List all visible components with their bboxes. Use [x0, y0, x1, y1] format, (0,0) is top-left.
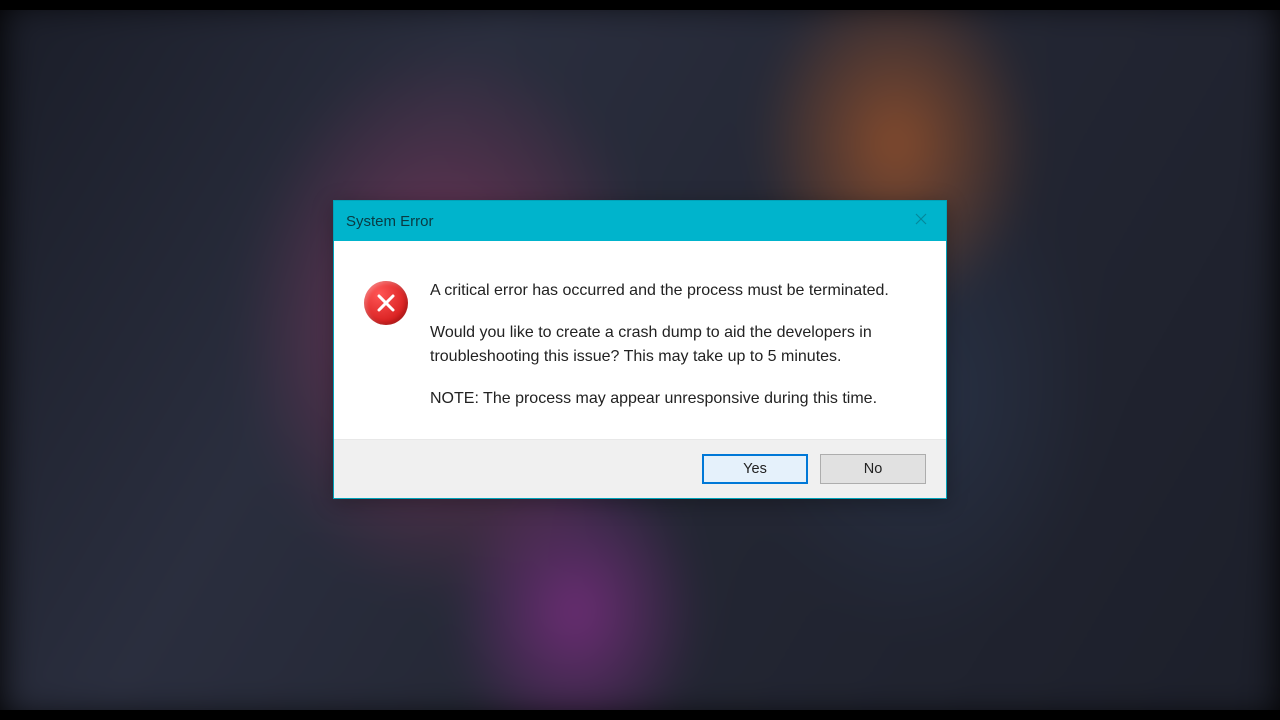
no-button[interactable]: No — [820, 454, 926, 484]
letterbox-bottom — [0, 710, 1280, 720]
yes-button[interactable]: Yes — [702, 454, 808, 484]
error-icon — [364, 281, 408, 325]
dialog-content: A critical error has occurred and the pr… — [334, 241, 946, 439]
message-paragraph-3: NOTE: The process may appear unresponsiv… — [430, 387, 906, 411]
dialog-message: A critical error has occurred and the pr… — [430, 279, 906, 411]
dialog-title: System Error — [346, 213, 434, 230]
close-icon — [915, 212, 927, 230]
close-button[interactable] — [896, 201, 946, 241]
message-paragraph-1: A critical error has occurred and the pr… — [430, 279, 906, 303]
error-dialog: System Error A critical error has occurr… — [333, 200, 947, 499]
letterbox-top — [0, 0, 1280, 10]
dialog-footer: Yes No — [334, 439, 946, 498]
dialog-titlebar[interactable]: System Error — [334, 201, 946, 241]
message-paragraph-2: Would you like to create a crash dump to… — [430, 321, 906, 369]
